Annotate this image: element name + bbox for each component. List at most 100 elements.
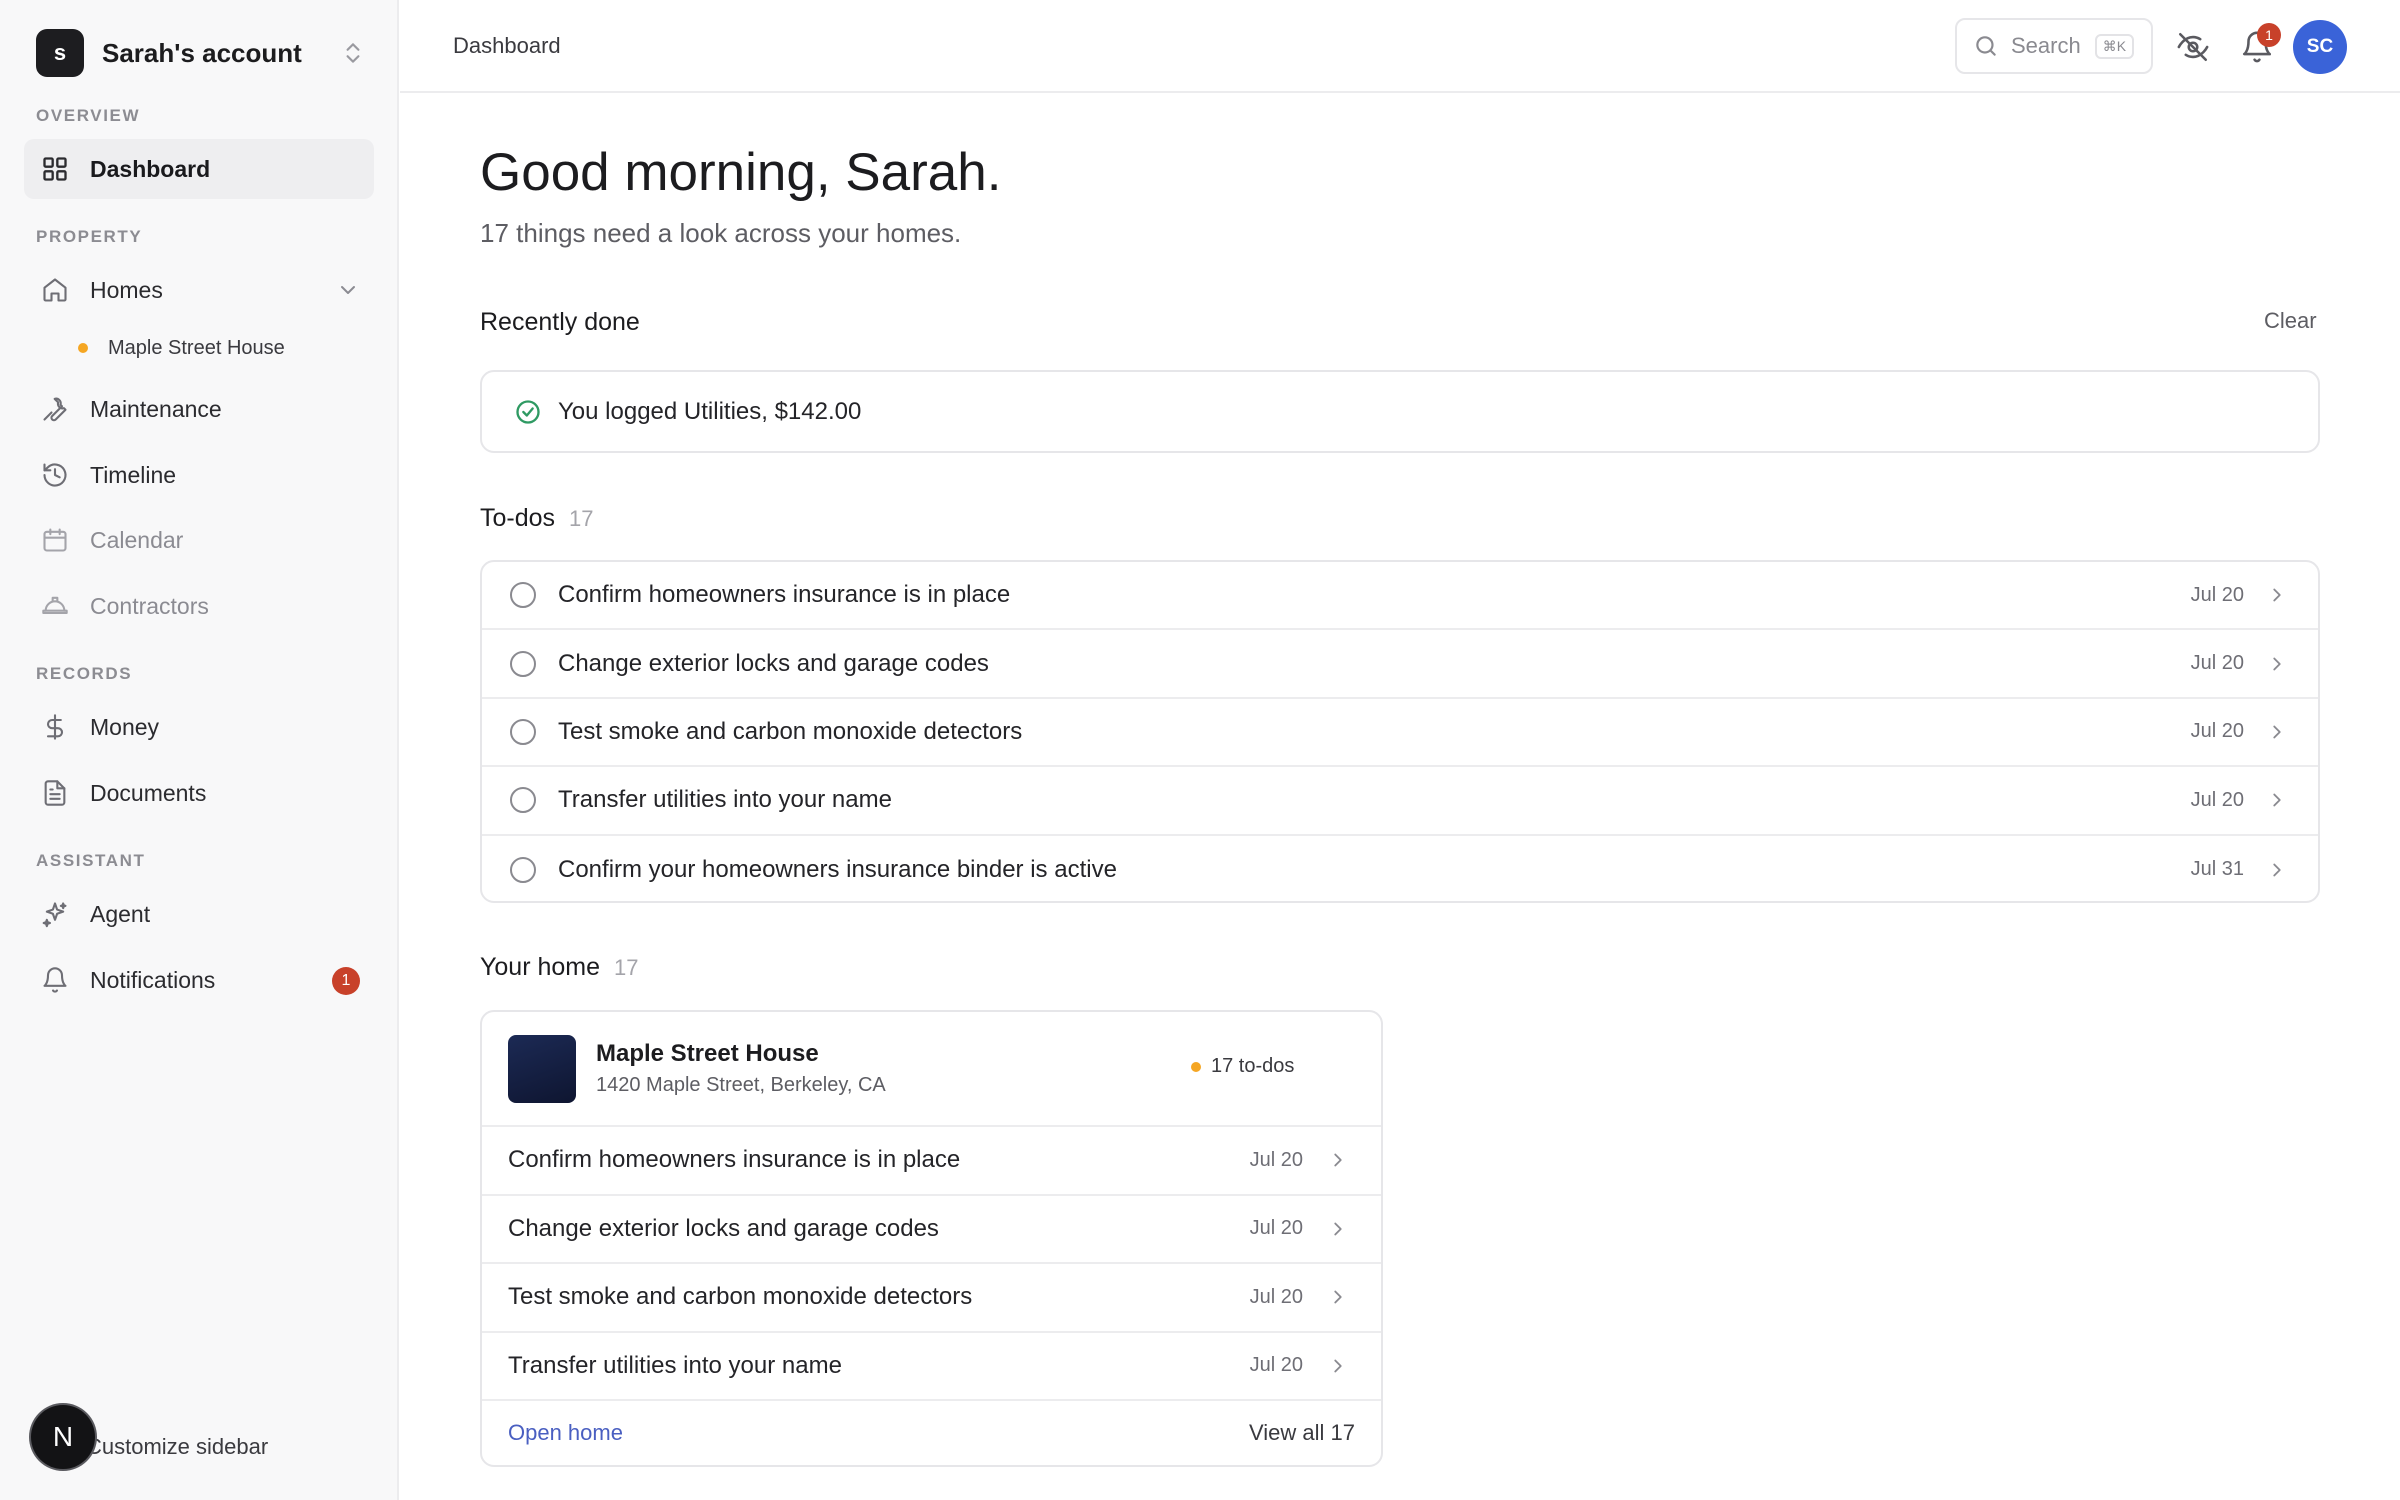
wrench-icon <box>40 394 70 424</box>
document-icon <box>40 778 70 808</box>
chevron-right-icon <box>1334 1290 1342 1304</box>
search-placeholder: Search <box>2011 33 2081 58</box>
sidebar-item-timeline[interactable]: Timeline <box>24 445 374 505</box>
sidebar-item-label: Money <box>90 713 160 740</box>
account-name: Sarah's account <box>102 37 302 68</box>
chevron-right-icon <box>1334 1222 1342 1236</box>
sidebar-item-homes[interactable]: Homes <box>24 260 374 320</box>
page-title: Good morning, Sarah. <box>480 143 1002 202</box>
chevron-down-icon[interactable] <box>336 278 360 302</box>
chevron-right-icon <box>2273 725 2281 739</box>
home-card-header[interactable]: Maple Street House 1420 Maple Street, Be… <box>482 1012 1381 1127</box>
notification-badge: 1 <box>332 967 360 995</box>
sidebar-item-calendar[interactable]: Calendar <box>24 510 374 570</box>
status-dot <box>78 343 88 353</box>
sidebar-item-label: Homes <box>90 276 163 303</box>
sidebar-item-documents[interactable]: Documents <box>24 763 374 823</box>
top-bar: Dashboard Search ⌘K 1 SC <box>400 0 2400 93</box>
history-icon <box>40 460 70 490</box>
sidebar-item-label: Agent <box>90 900 151 927</box>
check-circle-icon <box>516 399 540 424</box>
section-label-overview: OVERVIEW <box>36 106 141 125</box>
home-todo-text: Change exterior locks and garage codes <box>508 1214 939 1242</box>
sidebar-item-agent[interactable]: Agent <box>24 884 374 944</box>
customize-sidebar-link[interactable]: Customize sidebar <box>86 1434 268 1460</box>
todo-date: Jul 20 <box>2190 652 2244 675</box>
n-avatar-button[interactable]: N <box>31 1405 95 1469</box>
home-todo-row[interactable]: Confirm homeowners insurance is in place… <box>482 1127 1381 1196</box>
account-switcher[interactable]: s Sarah's account <box>36 28 366 78</box>
checkbox-circle[interactable] <box>510 650 536 677</box>
section-label-records: RECORDS <box>36 664 133 683</box>
sidebar-item-maintenance[interactable]: Maintenance <box>24 379 374 439</box>
todo-date: Jul 20 <box>2190 720 2244 743</box>
view-all-link[interactable]: View all 17 <box>1249 1420 1355 1446</box>
your-home-count: 17 <box>614 955 639 980</box>
recently-done-card: You logged Utilities, $142.00 <box>480 370 2320 453</box>
home-todo-row[interactable]: Change exterior locks and garage codes Ju… <box>482 1196 1381 1264</box>
hard-hat-icon <box>40 591 70 621</box>
clear-button[interactable]: Clear <box>2264 308 2317 334</box>
home-todo-row[interactable]: Transfer utilities into your name Jul 20 <box>482 1333 1381 1401</box>
chevron-right-icon <box>2273 863 2281 877</box>
search-button[interactable]: Search ⌘K <box>1955 18 2153 74</box>
status-dot <box>1191 1061 1201 1072</box>
sidebar-subitem-label: Maple Street House <box>108 336 285 359</box>
your-home-title-label: Your home <box>480 953 600 981</box>
sidebar-item-label: Calendar <box>90 526 184 553</box>
checkbox-circle[interactable] <box>510 718 536 745</box>
home-todo-date: Jul 20 <box>1249 1285 1303 1308</box>
bell-badge: 1 <box>2257 23 2281 47</box>
sidebar-item-label: Notifications <box>90 966 216 993</box>
chevron-right-icon <box>2273 657 2281 670</box>
search-icon <box>1976 36 1996 56</box>
home-todo-text: Confirm homeowners insurance is in place <box>508 1146 961 1174</box>
todo-row[interactable]: Test smoke and carbon monoxide detectors… <box>482 699 2318 768</box>
chevron-right-icon <box>2273 588 2281 602</box>
todo-text: Confirm your homeowners insurance binder… <box>558 855 1117 883</box>
todo-date: Jul 20 <box>2190 788 2244 811</box>
home-todo-row[interactable]: Test smoke and carbon monoxide detectors… <box>482 1264 1381 1333</box>
section-label-property: PROPERTY <box>36 227 143 246</box>
todo-date: Jul 31 <box>2190 858 2244 881</box>
recently-done-title: Recently done <box>480 308 640 336</box>
bell-icon <box>40 965 70 995</box>
sidebar-item-label: Maintenance <box>90 395 222 422</box>
todo-row[interactable]: Confirm homeowners insurance is in place… <box>482 562 2318 631</box>
calendar-icon <box>40 525 70 555</box>
sparkles-icon <box>40 899 70 929</box>
account-logo: s <box>36 29 84 77</box>
chevron-right-icon <box>1334 1359 1342 1373</box>
home-todo-text: Test smoke and carbon monoxide detectors <box>508 1283 973 1311</box>
todo-text: Transfer utilities into your name <box>558 786 892 814</box>
breadcrumb[interactable]: Dashboard <box>453 33 561 59</box>
recently-done-item: You logged Utilities, $142.00 <box>558 397 862 425</box>
grid-icon <box>40 154 70 184</box>
checkbox-circle[interactable] <box>510 856 536 883</box>
sidebar-item-notifications[interactable]: Notifications 1 <box>24 950 374 1010</box>
checkbox-circle[interactable] <box>510 787 536 814</box>
sidebar-item-dashboard[interactable]: Dashboard <box>24 139 374 199</box>
todo-text: Test smoke and carbon monoxide detectors <box>558 717 1023 745</box>
open-home-link[interactable]: Open home <box>508 1420 1249 1446</box>
user-avatar[interactable]: SC <box>2293 20 2347 74</box>
section-label-assistant: ASSISTANT <box>36 851 146 870</box>
todo-row[interactable]: Confirm your homeowners insurance binder… <box>482 836 2318 901</box>
home-thumbnail <box>508 1034 576 1103</box>
sidebar-item-label: Contractors <box>90 592 209 619</box>
sidebar-item-contractors[interactable]: Contractors <box>24 576 374 636</box>
sidebar-item-label: Documents <box>90 779 207 806</box>
checkbox-circle[interactable] <box>510 582 536 609</box>
sidebar-subitem-maple-street[interactable]: Maple Street House <box>78 332 285 364</box>
home-card: Maple Street House 1420 Maple Street, Be… <box>480 1010 1383 1467</box>
sidebar-item-money[interactable]: Money <box>24 697 374 757</box>
chevron-right-icon <box>1334 1153 1342 1167</box>
todo-row[interactable]: Transfer utilities into your name Jul 20 <box>482 767 2318 836</box>
sidebar-item-label: Timeline <box>90 461 177 488</box>
todos-title: To-dos 17 <box>480 504 594 533</box>
todo-row[interactable]: Change exterior locks and garage codes Ju… <box>482 630 2318 699</box>
page-subtitle: 17 things need a look across your homes. <box>480 218 962 248</box>
home-todo-date: Jul 20 <box>1249 1148 1303 1171</box>
your-home-title: Your home 17 <box>480 953 638 982</box>
eye-off-icon[interactable] <box>2176 30 2210 64</box>
